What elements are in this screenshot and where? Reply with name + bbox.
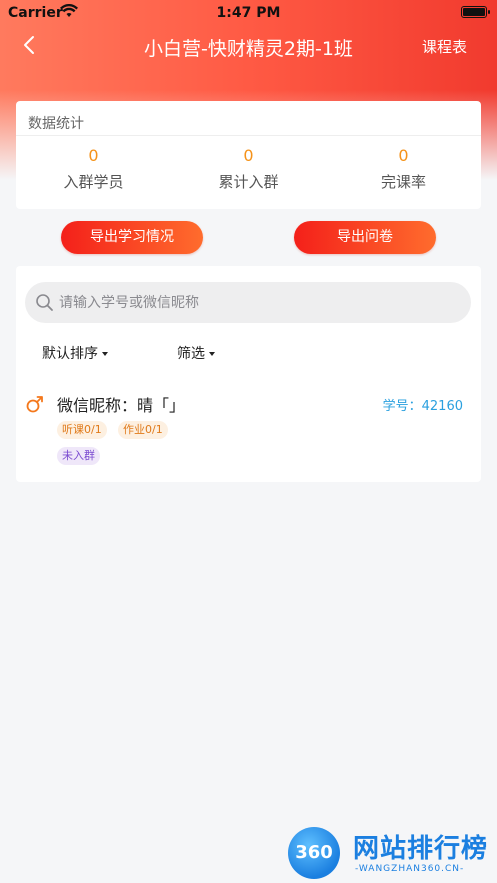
homework-progress-badge: 作业0/1 — [118, 421, 168, 439]
stat-joined-students: 0 入群学员 — [16, 146, 171, 192]
status-bar: Carrier 1:47 PM — [0, 0, 497, 26]
schedule-link[interactable]: 课程表 — [422, 36, 467, 57]
caret-down-icon — [102, 352, 108, 356]
stat-value: 0 — [243, 146, 254, 165]
stat-value: 0 — [398, 146, 409, 165]
watermark-subtext: -WANGZHAN360.CN- — [355, 864, 465, 874]
watermark-text: 网站排行榜 — [353, 834, 489, 864]
listen-progress-badge: 听课0/1 — [57, 421, 107, 439]
export-survey-button[interactable]: 导出问卷 — [294, 221, 436, 254]
battery-icon — [461, 6, 490, 18]
stats-title: 数据统计 — [28, 116, 84, 132]
stat-label: 累计入群 — [218, 173, 279, 191]
nav-bar: 小白营-快财精灵2期-1班 课程表 — [0, 28, 497, 64]
search-bar[interactable] — [25, 282, 471, 323]
caret-down-icon — [209, 352, 215, 356]
stat-label: 入群学员 — [63, 173, 124, 191]
search-icon — [36, 294, 53, 311]
stat-completion-rate: 0 完课率 — [326, 146, 481, 192]
stat-total-joined: 0 累计入群 — [171, 146, 326, 192]
export-study-button[interactable]: 导出学习情况 — [61, 221, 203, 254]
stats-card: 数据统计 0 入群学员 0 累计入群 0 完课率 — [16, 101, 481, 209]
sort-dropdown[interactable]: 默认排序 — [42, 343, 108, 363]
student-nickname: 微信昵称：晴「」 — [57, 396, 186, 415]
group-status-badge: 未入群 — [57, 447, 100, 465]
stat-label: 完课率 — [380, 173, 426, 191]
stats-divider — [16, 135, 481, 136]
search-input[interactable] — [59, 282, 459, 323]
student-id: 学号：42160 — [382, 399, 463, 414]
male-gender-icon — [26, 396, 43, 413]
sort-label: 默认排序 — [42, 346, 98, 362]
filter-dropdown[interactable]: 筛选 — [177, 343, 215, 363]
student-row[interactable]: 微信昵称：晴「」 学号：42160 听课0/1 作业0/1 未入群 — [16, 384, 481, 470]
watermark-logo: 360 网站排行榜 -WANGZHAN360.CN- — [283, 818, 497, 883]
status-time: 1:47 PM — [216, 5, 281, 21]
filter-label: 筛选 — [177, 346, 205, 362]
watermark-badge: 360 — [288, 827, 340, 879]
stat-value: 0 — [88, 146, 99, 165]
student-list-card: 默认排序 筛选 微信昵称：晴「」 学号：42160 听课0/1 作业0/1 未入… — [16, 266, 481, 482]
